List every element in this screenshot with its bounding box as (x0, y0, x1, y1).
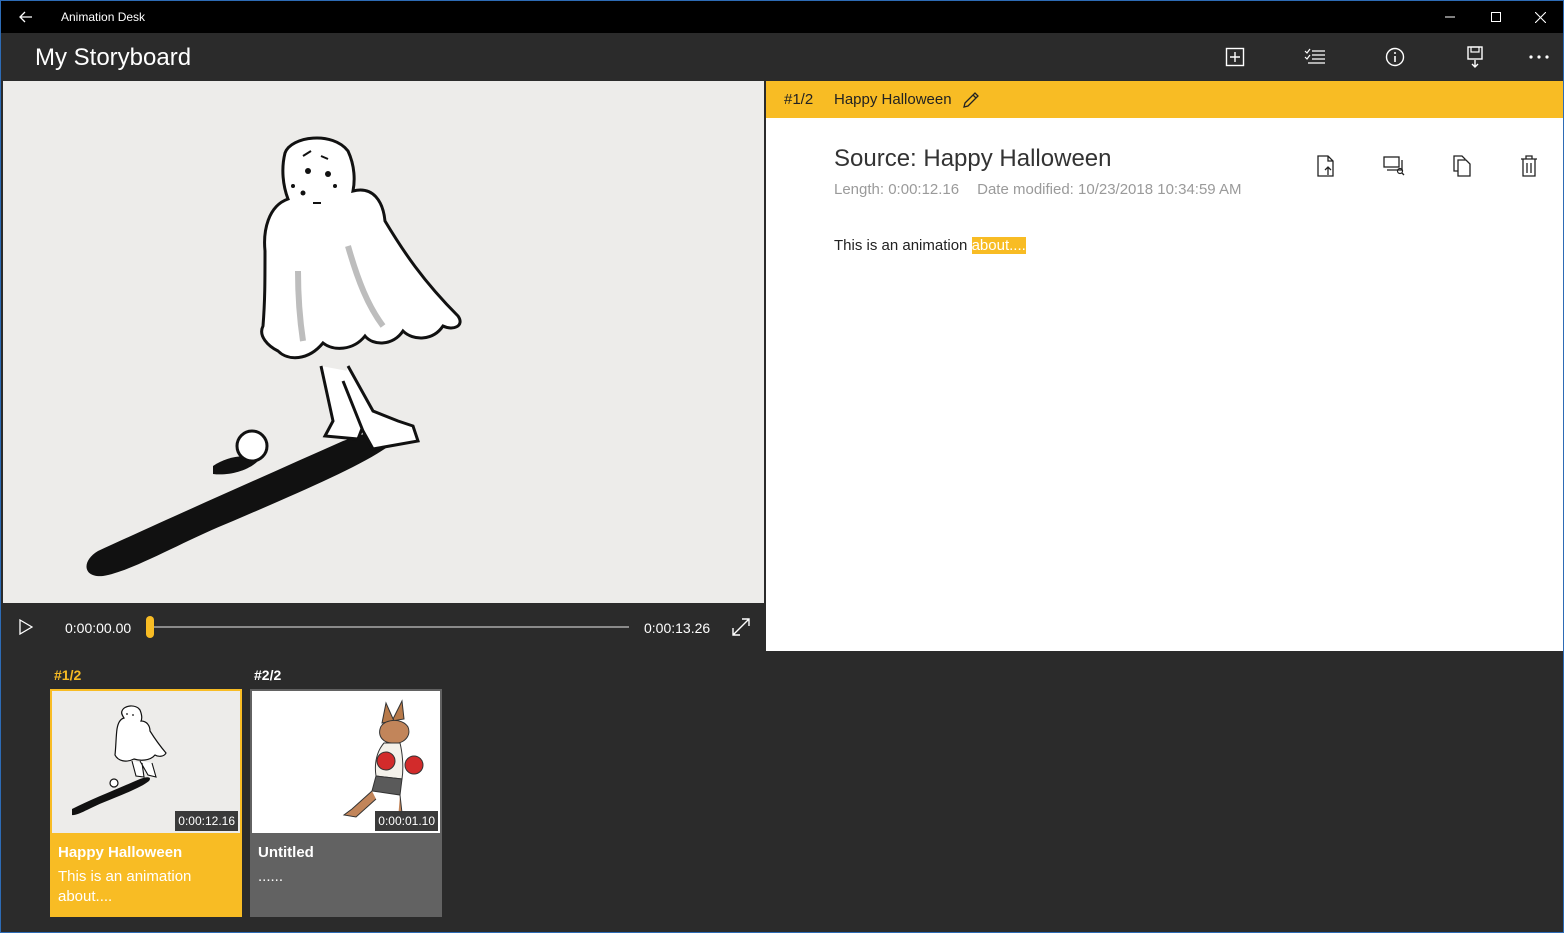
card-thumbnail: 0:00:01.10 (252, 691, 440, 833)
add-storyboard-button[interactable] (1215, 41, 1255, 73)
save-export-button[interactable] (1455, 41, 1495, 73)
details-pane: #1/2 Happy Halloween Source: Happy Hallo… (766, 81, 1563, 651)
seek-thumb[interactable] (146, 616, 154, 638)
description-plain: This is an animation (834, 237, 972, 254)
close-button[interactable] (1517, 1, 1563, 33)
close-icon (1534, 11, 1546, 23)
animation-canvas[interactable] (3, 81, 764, 603)
source-meta: Length: 0:00:12.16 Date modified: 10/23/2… (834, 181, 1241, 198)
date-modified-label: Date modified: 10/23/2018 10:34:59 AM (977, 181, 1242, 198)
pencil-icon (963, 92, 979, 108)
minimize-icon (1445, 16, 1455, 18)
ghost-drawing (86, 136, 462, 577)
preview-player: 0:00:00.00 0:00:13.26 (3, 81, 764, 651)
card-number: #2/2 (254, 667, 282, 683)
back-button[interactable] (11, 1, 41, 33)
source-title: Source: Happy Halloween (834, 145, 1112, 172)
app-window: Animation Desk My Storyboard 0:00:00.00 … (0, 0, 1564, 933)
app-title: Animation Desk (61, 10, 146, 24)
description-text[interactable]: This is an animation about.... (834, 237, 1026, 254)
replace-source-icon (1383, 156, 1405, 176)
current-time: 0:00:00.00 (65, 620, 132, 636)
card-duration: 0:00:12.16 (175, 811, 238, 831)
duplicate-button[interactable] (1447, 151, 1477, 181)
storyboard-strip: #1/2 0:00:12.16 Happy Halloween This is … (1, 651, 1563, 932)
replace-source-button[interactable] (1379, 151, 1409, 181)
duplicate-icon (1453, 155, 1471, 177)
app-header: My Storyboard (1, 33, 1563, 81)
add-storyboard-icon (1225, 47, 1245, 67)
delete-icon (1521, 155, 1537, 177)
page-title: My Storyboard (35, 44, 192, 71)
seek-track[interactable] (150, 626, 629, 628)
storyboard-card-2[interactable]: 0:00:01.10 Untitled ...... (250, 689, 442, 917)
export-file-button[interactable] (1311, 151, 1341, 181)
play-icon (19, 619, 33, 635)
info-button[interactable] (1375, 41, 1415, 73)
card-title: Happy Halloween (58, 844, 183, 861)
card-duration: 0:00:01.10 (375, 811, 438, 831)
storyboard-number: #1/2 (784, 91, 814, 108)
delete-button[interactable] (1514, 151, 1544, 181)
title-bar: Animation Desk (1, 1, 1563, 33)
expand-icon (732, 618, 750, 636)
description-highlight: about.... (971, 237, 1026, 254)
rename-button[interactable] (960, 89, 982, 111)
maximize-button[interactable] (1473, 1, 1519, 33)
play-button[interactable] (13, 615, 39, 639)
details-header: #1/2 Happy Halloween (766, 81, 1563, 118)
select-list-icon (1304, 48, 1325, 64)
card-number: #1/2 (54, 667, 82, 683)
total-time: 0:00:13.26 (644, 620, 711, 636)
more-icon (1529, 55, 1549, 59)
player-controls: 0:00:00.00 0:00:13.26 (3, 603, 764, 651)
storyboard-card-1[interactable]: 0:00:12.16 Happy Halloween This is an an… (50, 689, 242, 917)
storyboard-name: Happy Halloween (834, 91, 952, 108)
info-icon (1385, 47, 1405, 67)
select-list-button[interactable] (1295, 41, 1335, 73)
minimize-button[interactable] (1427, 1, 1473, 33)
card-title: Untitled (258, 844, 314, 861)
fullscreen-button[interactable] (728, 615, 754, 639)
back-arrow-icon (19, 11, 32, 23)
save-export-icon (1467, 46, 1483, 68)
card-thumbnail: 0:00:12.16 (52, 691, 240, 833)
length-label: Length: 0:00:12.16 (834, 181, 960, 198)
card-description: ...... (258, 868, 284, 885)
card-description: This is an animation about.... (58, 868, 192, 905)
export-file-icon (1317, 155, 1334, 177)
more-button[interactable] (1519, 41, 1559, 73)
maximize-icon (1491, 12, 1501, 22)
